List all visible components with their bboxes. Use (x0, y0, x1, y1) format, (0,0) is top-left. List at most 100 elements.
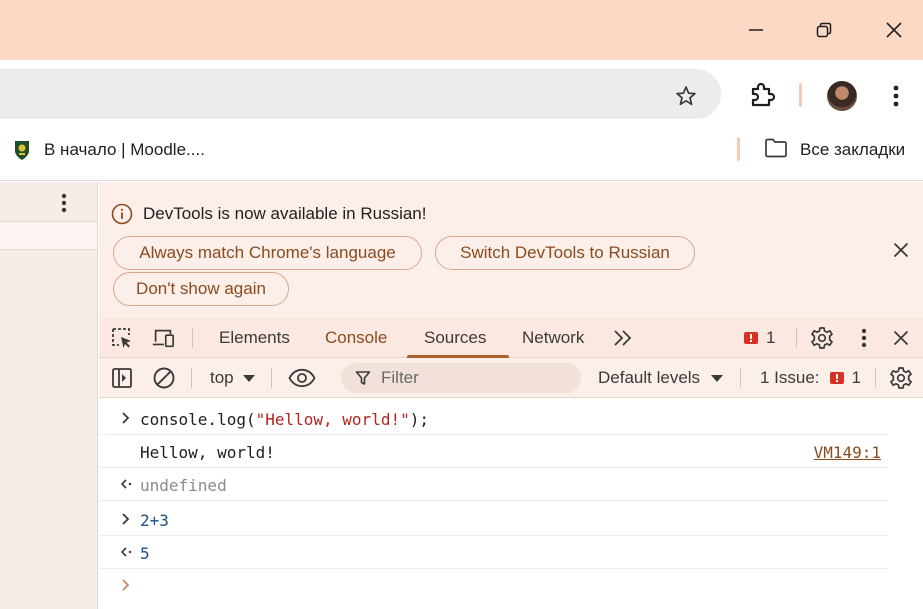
side-panel-menu-button[interactable] (54, 192, 74, 214)
close-icon (893, 242, 909, 258)
log-source-link[interactable]: VM149:1 (814, 443, 881, 462)
clear-icon (153, 367, 175, 389)
toolbar-separator (799, 83, 802, 107)
folder-icon (764, 138, 788, 163)
tab-sources[interactable]: Sources (424, 318, 486, 358)
console-prompt[interactable] (119, 575, 133, 595)
restore-button[interactable] (801, 10, 847, 50)
live-expression-button[interactable] (288, 366, 316, 390)
errors-count: 1 (766, 328, 776, 347)
browser-toolbar (0, 60, 923, 120)
console-output: console.log("Hellow, world!"); Hellow, w… (99, 399, 923, 609)
console-toolbar-separator (271, 368, 272, 388)
close-icon (886, 22, 902, 38)
dropdown-triangle-icon (711, 375, 724, 382)
info-icon (111, 203, 133, 225)
devtools-language-infobar: DevTools is now available in Russian! Al… (99, 182, 923, 318)
context-selector[interactable]: top (210, 366, 256, 390)
kebab-icon (861, 328, 867, 348)
restore-icon (816, 22, 832, 38)
console-input-row[interactable]: 2+3 (99, 503, 887, 536)
gear-icon (890, 367, 912, 389)
bookmark-moodle[interactable]: В начало | Moodle.... (12, 136, 205, 164)
input-chevron-icon (119, 511, 133, 527)
log-message: Hellow, world! (140, 443, 275, 462)
context-value: top (210, 368, 234, 387)
console-toolbar-separator (191, 368, 192, 388)
prompt-chevron-icon (122, 579, 130, 591)
issues-label: 1 Issue: (760, 368, 820, 387)
console-toolbar: top Filter Default levels 1 Issue: 1 (99, 358, 923, 398)
console-settings-button[interactable] (889, 366, 913, 390)
command-suffix: ); (409, 410, 429, 429)
side-panel-header (0, 182, 97, 222)
bookmark-star-button[interactable] (672, 82, 700, 110)
console-input-row[interactable]: console.log("Hellow, world!"); (99, 402, 887, 435)
close-icon (893, 330, 909, 346)
result-arrow-icon (119, 476, 133, 492)
console-toolbar-separator (740, 368, 741, 388)
sidebar-toggle-icon (112, 368, 132, 388)
all-bookmarks-button[interactable]: Все закладки (764, 136, 905, 164)
bookmark-moodle-label: В начало | Moodle.... (44, 140, 205, 159)
all-bookmarks-label: Все закладки (800, 140, 906, 159)
infobar-close-button[interactable] (889, 238, 913, 262)
devtools-menu-button[interactable] (852, 326, 876, 350)
switch-to-russian-button[interactable]: Switch DevTools to Russian (435, 236, 695, 270)
command-string: "Hellow, world!" (255, 410, 410, 429)
filter-input[interactable]: Filter (341, 363, 581, 393)
infobar-text: DevTools is now available in Russian! (143, 204, 427, 223)
issues-counter[interactable]: 1 Issue: 1 (760, 366, 861, 390)
side-panel-row[interactable] (0, 222, 97, 250)
chrome-menu-button[interactable] (886, 81, 906, 111)
tab-console[interactable]: Console (325, 318, 387, 358)
result-value: 5 (140, 544, 150, 563)
devtools-tab-bar: Elements Console Sources Network 1 (99, 318, 923, 358)
errors-badge[interactable]: 1 (744, 327, 775, 349)
tab-bar-separator (192, 328, 193, 348)
tab-elements[interactable]: Elements (219, 318, 290, 358)
minimize-button[interactable] (733, 10, 779, 50)
eye-icon (288, 368, 316, 388)
result-value: undefined (140, 476, 227, 495)
dont-show-again-button[interactable]: Don't show again (113, 272, 289, 306)
window-titlebar (0, 0, 923, 60)
console-command: console.log("Hellow, world!"); (140, 410, 429, 429)
console-toolbar-separator (875, 368, 876, 388)
show-sidebar-button[interactable] (110, 366, 134, 390)
dropdown-triangle-icon (242, 375, 255, 382)
device-toolbar-button[interactable] (151, 326, 175, 350)
address-bar[interactable] (0, 69, 721, 119)
console-result-row: undefined (99, 468, 887, 501)
input-chevron-icon (119, 410, 133, 426)
inspect-icon (112, 328, 131, 348)
console-result-row: 5 (99, 536, 887, 569)
page-side-panel (0, 182, 98, 609)
puzzle-icon (751, 82, 776, 107)
inspect-element-button[interactable] (110, 326, 134, 350)
tab-network[interactable]: Network (522, 318, 584, 358)
devtools-settings-button[interactable] (810, 326, 834, 350)
minimize-icon (749, 29, 763, 31)
moodle-favicon-icon (12, 139, 32, 161)
double-chevron-right-icon (614, 330, 632, 346)
kebab-icon (893, 85, 899, 107)
log-levels-value: Default levels (598, 368, 701, 387)
clear-console-button[interactable] (152, 366, 176, 390)
always-match-language-button[interactable]: Always match Chrome's language (113, 236, 422, 270)
close-window-button[interactable] (871, 10, 917, 50)
issues-count: 1 (851, 368, 862, 387)
bookmarks-bar: В начало | Moodle.... Все закладки (0, 120, 923, 181)
more-tabs-button[interactable] (611, 326, 635, 350)
close-devtools-button[interactable] (889, 326, 913, 350)
extensions-button[interactable] (746, 79, 778, 111)
console-log-row: Hellow, world! VM149:1 (99, 435, 887, 468)
infobar-message: DevTools is now available in Russian! (111, 202, 426, 226)
error-icon (744, 332, 758, 344)
log-levels-dropdown[interactable]: Default levels (598, 366, 724, 390)
kebab-icon (61, 193, 67, 213)
star-icon (676, 86, 696, 106)
tab-bar-separator (796, 328, 797, 348)
bookmarks-separator (737, 137, 740, 161)
profile-avatar[interactable] (827, 81, 857, 111)
